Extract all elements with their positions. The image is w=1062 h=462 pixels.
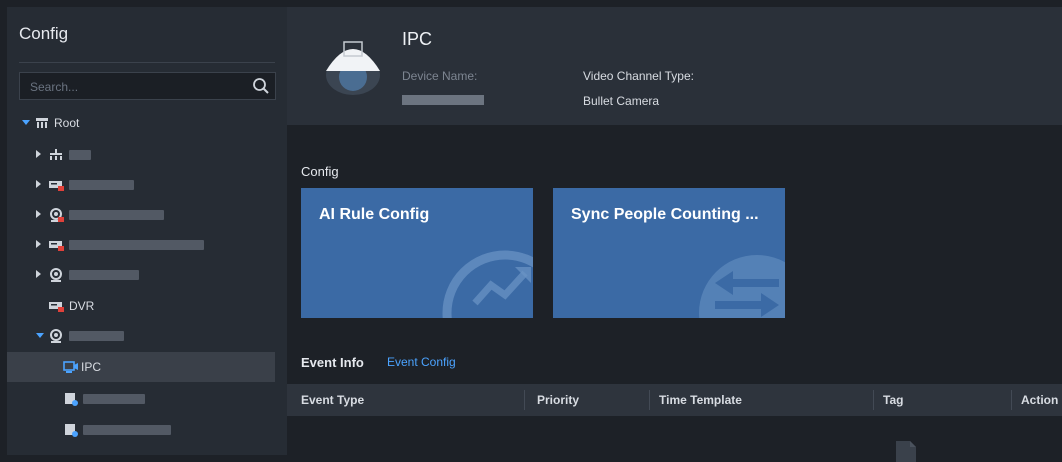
chevron-down-icon[interactable] xyxy=(22,120,30,125)
redacted-label xyxy=(69,210,164,220)
chevron-down-icon[interactable] xyxy=(36,333,44,338)
dome-camera-icon xyxy=(326,41,380,95)
redacted-label xyxy=(83,394,145,404)
sync-arrows-icon xyxy=(699,255,785,318)
tree-node[interactable] xyxy=(7,200,287,230)
device-name-label: Device Name: xyxy=(402,69,478,83)
column-header-time-template[interactable]: Time Template xyxy=(659,393,742,407)
tree-node-ipc-label: IPC xyxy=(81,360,102,374)
sync-people-counting-card[interactable]: Sync People Counting ... xyxy=(553,188,785,318)
sidebar: Config Root xyxy=(7,7,287,455)
event-table-header: Event Type Priority Time Template Tag Ac… xyxy=(287,384,1062,416)
sidebar-title: Config xyxy=(19,24,69,43)
tree-node[interactable] xyxy=(7,260,287,290)
chevron-right-icon[interactable] xyxy=(36,180,41,188)
tree-node[interactable] xyxy=(7,384,287,414)
column-header-tag[interactable]: Tag xyxy=(883,393,903,407)
chevron-right-icon[interactable] xyxy=(36,150,41,158)
tree-node-dvr[interactable]: DVR xyxy=(7,291,287,321)
column-divider xyxy=(524,390,525,410)
chevron-right-icon[interactable] xyxy=(36,240,41,248)
channel-icon xyxy=(65,424,78,437)
device-title: IPC xyxy=(402,29,433,49)
camera-icon xyxy=(50,268,62,282)
dvr-icon xyxy=(49,302,64,312)
trend-chart-icon xyxy=(442,250,533,318)
video-channel-type-label: Video Channel Type: xyxy=(583,69,694,83)
org-node-icon xyxy=(50,149,62,160)
column-divider xyxy=(1011,390,1012,410)
redacted-label xyxy=(69,331,124,341)
tree-node-root-label: Root xyxy=(54,116,80,130)
column-divider xyxy=(649,390,650,410)
redacted-label xyxy=(83,425,171,435)
tree-node-dvr-label: DVR xyxy=(69,299,95,313)
ai-rule-config-card[interactable]: AI Rule Config xyxy=(301,188,533,318)
card-title: AI Rule Config xyxy=(319,206,430,223)
ipc-channel-icon xyxy=(63,361,78,373)
search-icon[interactable] xyxy=(251,76,271,96)
tree-node-root[interactable]: Root xyxy=(7,108,287,138)
card-title: Sync People Counting ... xyxy=(571,206,759,223)
chevron-right-icon[interactable] xyxy=(36,270,41,278)
no-data-icon xyxy=(896,441,916,462)
redacted-label xyxy=(69,240,204,250)
tree-node-ipc[interactable]: IPC xyxy=(7,352,275,382)
device-header: IPC Device Name: Video Channel Type: Bul… xyxy=(287,7,1062,125)
chevron-right-icon[interactable] xyxy=(36,210,41,218)
redacted-label xyxy=(69,270,139,280)
column-divider xyxy=(873,390,874,410)
recorder-device-icon xyxy=(49,181,64,191)
main-panel: IPC Device Name: Video Channel Type: Bul… xyxy=(287,7,1062,462)
channel-icon xyxy=(65,393,78,406)
search-box[interactable] xyxy=(19,72,276,100)
search-input[interactable] xyxy=(28,77,252,97)
tree-node[interactable] xyxy=(7,230,287,260)
camera-icon xyxy=(50,208,64,222)
camera-icon xyxy=(50,329,62,343)
tree-node[interactable] xyxy=(7,415,287,445)
redacted-label xyxy=(69,180,134,190)
recorder-device-icon xyxy=(49,241,64,251)
tree-node[interactable] xyxy=(7,170,287,200)
sidebar-divider xyxy=(19,62,275,63)
config-section-title: Config xyxy=(301,164,339,179)
redacted-label xyxy=(69,150,91,160)
event-config-link[interactable]: Event Config xyxy=(387,355,456,369)
column-header-action[interactable]: Action xyxy=(1021,393,1058,407)
tree-node[interactable] xyxy=(7,140,287,170)
column-header-priority[interactable]: Priority xyxy=(537,393,579,407)
device-name-value-redacted xyxy=(402,95,484,105)
column-header-event-type[interactable]: Event Type xyxy=(301,393,364,407)
org-root-icon xyxy=(36,118,48,128)
video-channel-type-value: Bullet Camera xyxy=(583,94,660,108)
event-info-title: Event Info xyxy=(301,355,364,370)
tree-node[interactable] xyxy=(7,321,287,351)
